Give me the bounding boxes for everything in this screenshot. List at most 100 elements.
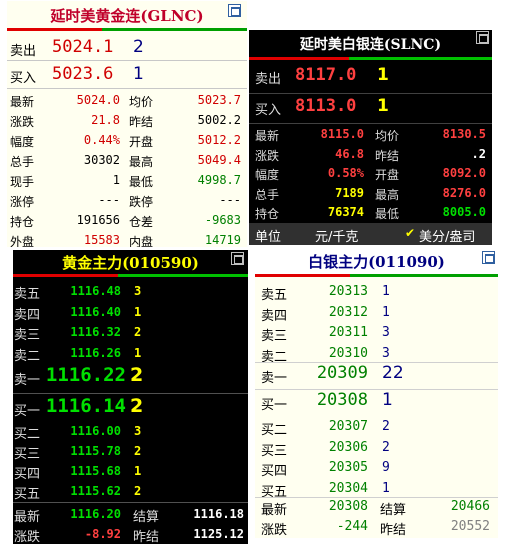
accent-bar-red bbox=[249, 57, 349, 60]
book-price: 20306 bbox=[328, 439, 368, 455]
bid-row: 买四 1115.68 1 bbox=[13, 461, 248, 482]
bid-row: 买三 1115.78 2 bbox=[13, 441, 248, 462]
quote-label: 涨跌 bbox=[14, 530, 41, 544]
gold-main-panel: 黄金主力(010590) 卖五 1116.48 3 卖四 1116.40 1 卖三 1116.… bbox=[13, 250, 248, 544]
accent-bar-green bbox=[350, 274, 498, 277]
quote-value: 5024.0 bbox=[76, 93, 120, 107]
book-label: 买一 bbox=[261, 398, 288, 413]
book-qty: 3 bbox=[382, 345, 390, 361]
book-label: 卖一 bbox=[261, 371, 288, 386]
buy-qty: 1 bbox=[377, 96, 389, 116]
quote-value: 7189 bbox=[335, 185, 364, 200]
book-qty: 2 bbox=[130, 395, 144, 417]
quote-label: 内盘 bbox=[129, 235, 154, 247]
quote-value: 8130.5 bbox=[442, 127, 486, 141]
unit-bar: 单位 元/千克 ✔ 美分/盎司 bbox=[249, 223, 492, 245]
book-price: 1116.26 bbox=[70, 345, 121, 360]
quote-row: 最新 8115.0 均价 8130.5 bbox=[249, 125, 492, 144]
quote-value: 5023.7 bbox=[197, 93, 241, 107]
unit-option-toggle[interactable]: 美分/盎司 bbox=[419, 226, 475, 245]
window-restore-icon[interactable] bbox=[476, 31, 489, 44]
book-label: 卖一 bbox=[14, 373, 41, 388]
quote-label: 结算 bbox=[380, 503, 407, 518]
book-price: 1116.48 bbox=[70, 284, 121, 298]
book-label: 买一 bbox=[14, 404, 41, 419]
buy-price: 8113.0 bbox=[295, 96, 357, 116]
book-price: 20304 bbox=[328, 480, 368, 496]
book-qty: 2 bbox=[134, 325, 142, 339]
quote-label: 涨跌 bbox=[261, 523, 288, 538]
book-price: 1115.78 bbox=[70, 444, 121, 458]
gold-main-title: 黄金主力(010590) bbox=[13, 250, 248, 274]
ask1-row: 卖一 20309 22 bbox=[255, 363, 498, 389]
quote-value: 5049.4 bbox=[197, 153, 241, 167]
book-qty: 2 bbox=[382, 419, 390, 434]
window-restore-icon[interactable] bbox=[231, 252, 244, 265]
book-qty: 1 bbox=[382, 304, 390, 320]
quote-row: 涨停 --- 跌停 --- bbox=[7, 190, 247, 210]
book-price: 1115.62 bbox=[70, 484, 121, 498]
bid-row: 买五 20304 1 bbox=[255, 479, 498, 500]
bid-row: 买五 1115.62 2 bbox=[13, 481, 248, 502]
ask-row: 卖四 20312 1 bbox=[255, 303, 498, 324]
quote-value: --- bbox=[98, 193, 120, 207]
window-restore-icon[interactable] bbox=[482, 251, 495, 264]
quote-label: 现手 bbox=[10, 175, 35, 189]
quote-label: 最新 bbox=[255, 129, 280, 143]
book-qty: 3 bbox=[134, 424, 142, 438]
quote-label: 均价 bbox=[375, 129, 400, 143]
ask-row: 卖五 1116.48 3 bbox=[13, 281, 248, 302]
quote-row: 涨跌 21.8 昨结 5002.2 bbox=[7, 110, 247, 130]
quote-label: 最新 bbox=[10, 95, 35, 109]
window-restore-icon[interactable] bbox=[228, 4, 241, 17]
quote-label: 幅度 bbox=[10, 135, 35, 149]
book-qty: 22 bbox=[382, 363, 404, 383]
quote-value: 1116.18 bbox=[193, 507, 244, 521]
quote-label: 持仓 bbox=[255, 207, 280, 221]
silver-intl-title: 延时美白银连(SLNC) bbox=[249, 30, 492, 57]
quote-label: 昨结 bbox=[129, 115, 154, 129]
quote-label: 涨跌 bbox=[255, 148, 280, 163]
book-price: 20308 bbox=[316, 390, 368, 410]
quote-label: 仓差 bbox=[129, 215, 154, 229]
ask1-row: 卖一 1116.22 2 bbox=[13, 363, 248, 391]
book-label: 买三 bbox=[14, 447, 41, 462]
book-qty: 1 bbox=[382, 480, 390, 496]
quote-value: 1116.20 bbox=[70, 507, 121, 521]
book-price: 20313 bbox=[328, 284, 368, 299]
quote-value: -244 bbox=[336, 519, 368, 534]
bid-row: 买四 20305 9 bbox=[255, 458, 498, 479]
bid-row: 买二 1116.00 3 bbox=[13, 421, 248, 442]
check-icon[interactable]: ✔ bbox=[405, 226, 415, 240]
book-label: 卖三 bbox=[14, 328, 41, 343]
quote-value: 191656 bbox=[76, 213, 120, 227]
quote-value: -8.92 bbox=[84, 527, 121, 541]
quote-value: 15583 bbox=[83, 233, 120, 247]
book-label: 买五 bbox=[14, 487, 41, 502]
buy-price: 5023.6 bbox=[52, 64, 114, 84]
quote-label: 开盘 bbox=[129, 135, 154, 149]
quote-value: 5012.2 bbox=[197, 133, 241, 147]
gold-intl-panel: 延时美黄金连(GLNC) 卖出 5024.1 2 买入 5023.6 1 最新 5… bbox=[7, 1, 247, 247]
bid1-row: 买一 1116.14 2 bbox=[13, 394, 248, 422]
silver-intl-panel: 延时美白银连(SLNC) 卖出 8117.0 1 买入 8113.0 1 最新 8… bbox=[249, 30, 492, 245]
book-price: 20305 bbox=[328, 460, 368, 475]
book-label: 卖五 bbox=[261, 288, 288, 303]
book-price: 1116.32 bbox=[70, 325, 121, 339]
quote-value: -9683 bbox=[204, 213, 241, 227]
quote-value: 46.8 bbox=[335, 146, 364, 161]
sell-price: 8117.0 bbox=[295, 65, 357, 85]
book-price: 20309 bbox=[316, 363, 368, 383]
divider bbox=[249, 123, 492, 124]
quote-value: 1 bbox=[112, 173, 120, 187]
silver-main-title: 白银主力(011090) bbox=[255, 249, 498, 274]
bid-row: 买二 20307 2 bbox=[255, 417, 498, 438]
divider bbox=[13, 502, 248, 503]
sell-row: 卖出 8117.0 1 bbox=[255, 65, 389, 87]
buy-qty: 1 bbox=[133, 64, 144, 84]
book-label: 卖二 bbox=[14, 348, 41, 364]
quote-row: 持仓 76374 最低 8005.0 bbox=[249, 203, 492, 222]
quote-value: 20308 bbox=[328, 499, 368, 514]
quote-row: 总手 7189 最高 8276.0 bbox=[249, 184, 492, 203]
book-qty: 1 bbox=[134, 464, 142, 478]
